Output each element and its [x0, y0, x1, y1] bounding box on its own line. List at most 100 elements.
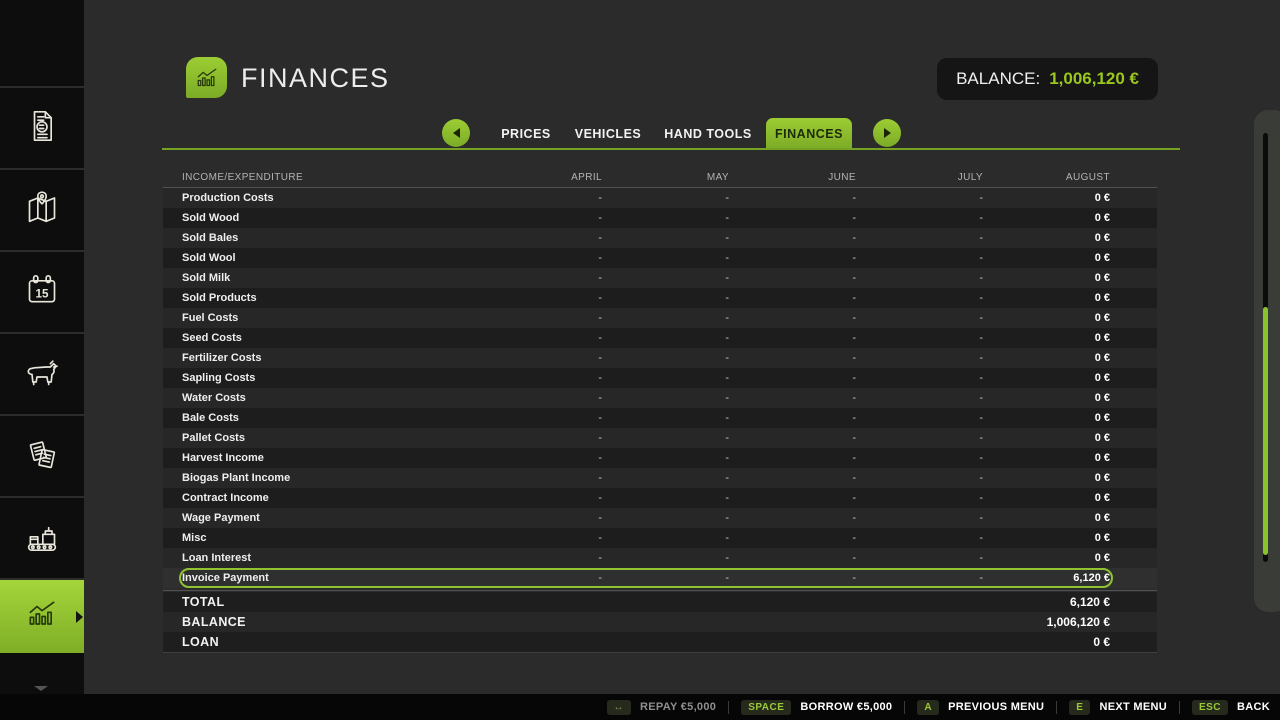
row-value: - [856, 552, 983, 564]
table-row[interactable]: Sapling Costs----0 € [163, 368, 1157, 388]
row-label: Biogas Plant Income [182, 472, 475, 484]
row-value: - [602, 452, 729, 464]
row-value: - [602, 372, 729, 384]
row-value: - [729, 252, 856, 264]
selected-pointer-icon [76, 611, 83, 623]
action-separator [728, 701, 729, 714]
row-value: - [475, 432, 602, 444]
row-label: Sold Bales [182, 232, 475, 244]
table-row[interactable]: Pallet Costs----0 € [163, 428, 1157, 448]
row-value: 0 € [983, 412, 1110, 424]
arrow-right-icon [884, 128, 891, 138]
sidebar-item-prices[interactable] [0, 86, 84, 168]
contracts-icon [22, 434, 62, 479]
table-row[interactable]: Sold Milk----0 € [163, 268, 1157, 288]
row-value: - [602, 252, 729, 264]
row-value: - [602, 492, 729, 504]
row-value: 0 € [983, 372, 1110, 384]
table-row[interactable]: Invoice Payment----6,120 € [163, 568, 1157, 588]
tab-next-button[interactable] [873, 119, 901, 147]
sidebar-item-animals[interactable] [0, 332, 84, 414]
row-value: - [475, 552, 602, 564]
arrow-left-icon [453, 128, 460, 138]
balance-value: 1,006,120 € [1049, 69, 1139, 89]
row-value: 0 € [983, 252, 1110, 264]
row-value: - [729, 332, 856, 344]
table-row[interactable]: Sold Wood----0 € [163, 208, 1157, 228]
tab-vehicles[interactable]: VEHICLES [558, 118, 658, 149]
svg-text:15: 15 [36, 287, 49, 300]
row-value: - [475, 452, 602, 464]
row-label: Pallet Costs [182, 432, 475, 444]
table-row[interactable]: Biogas Plant Income----0 € [163, 468, 1157, 488]
summary-row: TOTAL 6,120 € [163, 592, 1157, 612]
finances-screen: 15 [0, 0, 1280, 720]
row-label: Harvest Income [182, 452, 475, 464]
action-label: BACK [1237, 701, 1270, 713]
finance-chart-icon [22, 594, 62, 639]
row-value: - [856, 532, 983, 544]
row-value: - [729, 472, 856, 484]
table-row[interactable]: Production Costs----0 € [163, 188, 1157, 208]
table-row[interactable]: Sold Bales----0 € [163, 228, 1157, 248]
table-row[interactable]: Sold Wool----0 € [163, 248, 1157, 268]
row-value: - [856, 572, 983, 584]
summary-value: 6,120 € [1070, 595, 1110, 609]
table-row[interactable]: Fertilizer Costs----0 € [163, 348, 1157, 368]
action-separator [1056, 701, 1057, 714]
action-back[interactable]: ESC BACK [1192, 700, 1270, 715]
action-borrow-5-000[interactable]: SPACEBORROW €5,000 [741, 700, 892, 715]
table-row[interactable]: Water Costs----0 € [163, 388, 1157, 408]
tab-prev-button[interactable] [442, 119, 470, 147]
row-value: 0 € [983, 272, 1110, 284]
row-value: - [856, 272, 983, 284]
action-label: PREVIOUS MENU [948, 701, 1044, 713]
key-badge: ESC [1192, 700, 1228, 715]
row-label: Sold Wood [182, 212, 475, 224]
tab-finances[interactable]: FINANCES [766, 118, 852, 149]
row-label: Contract Income [182, 492, 475, 504]
sidebar-scroll-down-icon[interactable] [34, 686, 48, 691]
sidebar-item-map[interactable] [0, 168, 84, 250]
tab-hand-tools[interactable]: HAND TOOLS [650, 118, 766, 149]
action-next-menu[interactable]: ENEXT MENU [1069, 700, 1167, 715]
table-row[interactable]: Contract Income----0 € [163, 488, 1157, 508]
row-value: - [602, 392, 729, 404]
table-row[interactable]: Fuel Costs----0 € [163, 308, 1157, 328]
row-value: - [729, 552, 856, 564]
row-value: - [602, 292, 729, 304]
table-row[interactable]: Harvest Income----0 € [163, 448, 1157, 468]
table-row[interactable]: Wage Payment----0 € [163, 508, 1157, 528]
row-value: 0 € [983, 452, 1110, 464]
row-label: Bale Costs [182, 412, 475, 424]
row-value: 0 € [983, 492, 1110, 504]
row-value: - [475, 472, 602, 484]
map-icon [22, 188, 62, 233]
row-value: - [475, 492, 602, 504]
row-value: 0 € [983, 352, 1110, 364]
sidebar-item-blank [0, 0, 84, 86]
row-label: Production Costs [182, 192, 475, 204]
table-row[interactable]: Seed Costs----0 € [163, 328, 1157, 348]
action-previous-menu[interactable]: APREVIOUS MENU [917, 700, 1044, 715]
tab-underline [162, 148, 1180, 150]
sidebar-item-production[interactable] [0, 496, 84, 578]
row-value: - [729, 512, 856, 524]
scrollbar-thumb[interactable] [1263, 307, 1268, 555]
row-value: 0 € [983, 192, 1110, 204]
table-row[interactable]: Bale Costs----0 € [163, 408, 1157, 428]
row-value: - [475, 272, 602, 284]
row-value: - [475, 252, 602, 264]
row-value: - [602, 512, 729, 524]
row-value: - [856, 372, 983, 384]
sidebar-item-contracts[interactable] [0, 414, 84, 496]
sidebar-item-calendar[interactable]: 15 [0, 250, 84, 332]
table-row[interactable]: Loan Interest----0 € [163, 548, 1157, 568]
sidebar-item-finances[interactable] [0, 578, 84, 653]
summary-label: TOTAL [182, 595, 225, 609]
table-row[interactable]: Misc----0 € [163, 528, 1157, 548]
key-badge: ↔ [607, 700, 632, 715]
summary-row: LOAN0 € [163, 632, 1157, 652]
page-title-icon [186, 57, 227, 98]
table-row[interactable]: Sold Products----0 € [163, 288, 1157, 308]
